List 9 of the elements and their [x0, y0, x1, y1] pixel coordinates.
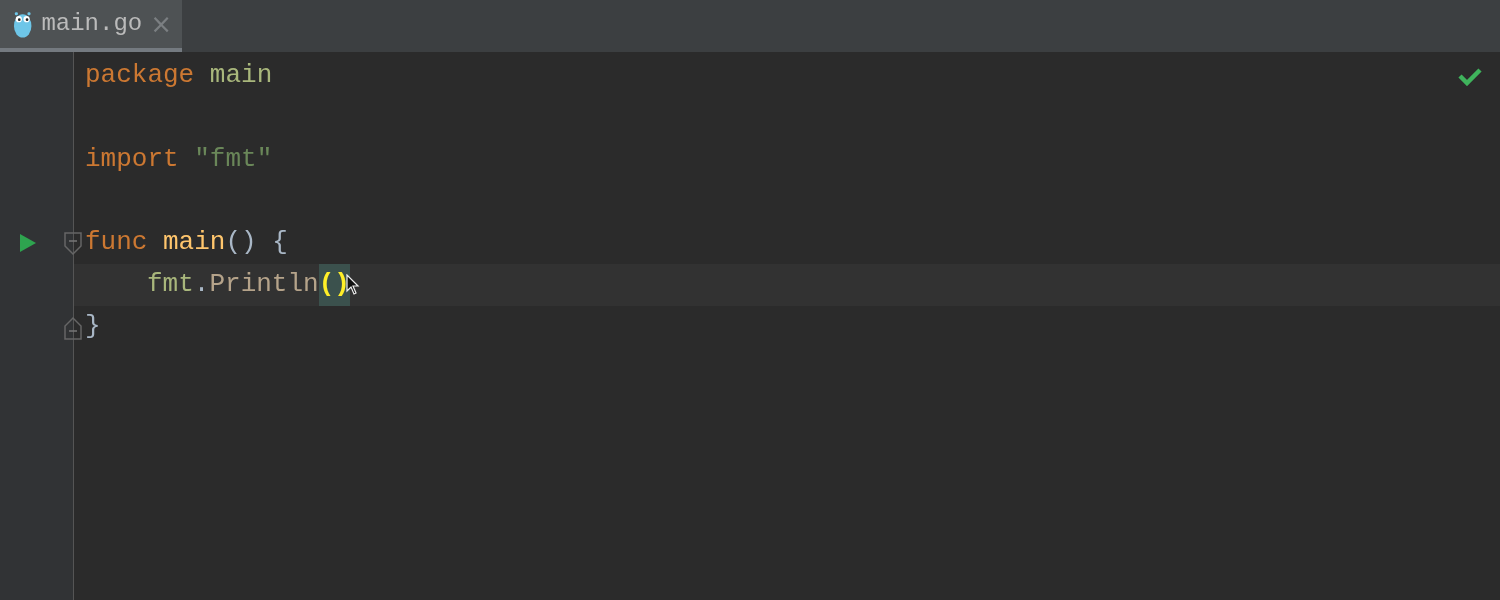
fold-icon[interactable] — [64, 232, 82, 257]
fold-icon[interactable] — [64, 315, 82, 340]
code-line: package main — [84, 59, 274, 92]
code-line: func main() { — [84, 226, 289, 260]
file-tab[interactable]: main.go × — [0, 0, 182, 52]
code-line: } — [84, 309, 102, 343]
code-line: import "fmt" — [84, 142, 274, 176]
gopher-icon — [12, 9, 34, 39]
run-icon[interactable] — [20, 234, 36, 253]
